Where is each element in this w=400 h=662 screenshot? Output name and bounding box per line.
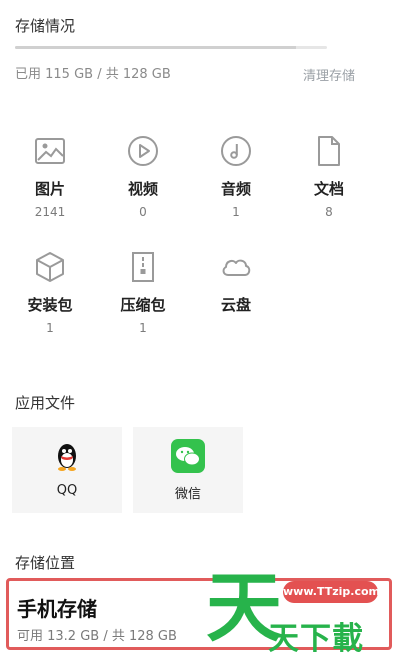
storage-title: 存储情况 (15, 17, 76, 35)
zip-archive-icon (132, 252, 154, 282)
category-audio[interactable]: 音频 1 (200, 134, 272, 219)
app-item-wechat[interactable]: 微信 (133, 427, 243, 513)
category-label: 视频 (127, 180, 158, 198)
category-count: 8 (325, 205, 333, 219)
storage-location-title: 存储位置 (15, 554, 76, 572)
category-documents[interactable]: 文档 8 (293, 134, 365, 219)
category-count: 1 (46, 321, 54, 335)
app-name: 微信 (174, 487, 201, 502)
category-count: 1 (139, 321, 147, 335)
category-label: 图片 (34, 180, 65, 198)
video-play-icon (128, 136, 158, 166)
app-name: QQ (56, 483, 78, 498)
category-count: 0 (139, 205, 147, 219)
phone-storage-name: 手机存储 (17, 597, 97, 621)
category-archives[interactable]: 压缩包 1 (107, 250, 179, 335)
category-count: 1 (232, 205, 240, 219)
category-count: 2141 (34, 205, 66, 219)
storage-usage-text: 已用 115 GB / 共 128 GB (15, 67, 171, 82)
app-item-qq[interactable]: QQ (12, 427, 122, 513)
category-label: 音频 (220, 180, 251, 198)
storage-progress-fill (15, 46, 296, 49)
watermark-url-badge: www.TTzip.com (283, 581, 380, 603)
qq-penguin-icon (58, 444, 76, 471)
category-label: 文档 (313, 180, 344, 198)
package-box-icon (36, 252, 64, 282)
image-icon (35, 138, 65, 164)
category-packages[interactable]: 安装包 1 (14, 250, 86, 335)
category-cloud[interactable]: 云盘 (200, 250, 272, 321)
category-label: 压缩包 (120, 296, 166, 314)
cloud-icon (222, 259, 251, 276)
music-note-icon (221, 136, 251, 166)
clean-storage-button[interactable]: 清理存储 (303, 65, 355, 84)
category-images[interactable]: 图片 2141 (14, 134, 86, 219)
app-files-title: 应用文件 (15, 394, 76, 412)
storage-progress-bar (15, 46, 327, 49)
category-videos[interactable]: 视频 0 (107, 134, 179, 219)
phone-storage-detail: 可用 13.2 GB / 共 128 GB (17, 629, 177, 644)
category-label: 安装包 (27, 296, 73, 314)
watermark-text: 天下載 (268, 621, 364, 657)
category-label: 云盘 (220, 296, 251, 314)
wechat-icon (171, 439, 205, 473)
document-icon (318, 136, 340, 166)
